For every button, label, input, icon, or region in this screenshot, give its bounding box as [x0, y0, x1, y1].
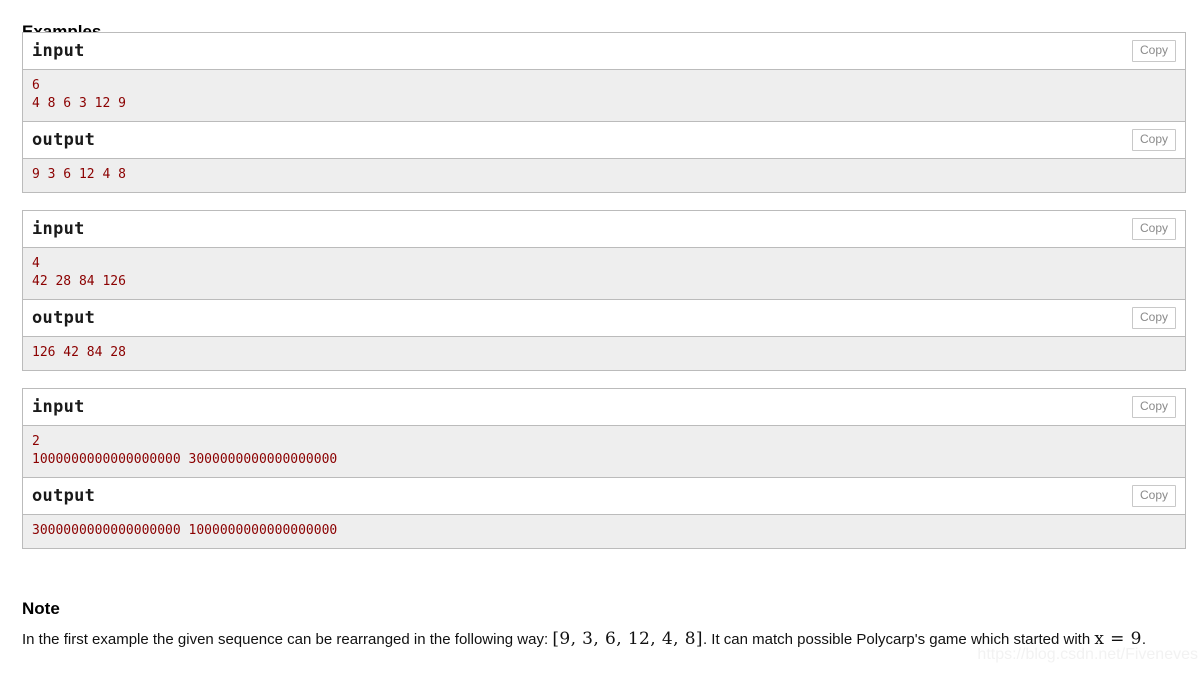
sample-2-input-header: input Copy: [23, 211, 1185, 248]
copy-output-button[interactable]: Copy: [1131, 129, 1176, 151]
note-heading: Note: [22, 599, 60, 619]
sample-3-output-text: 3000000000000000000 1000000000000000000: [23, 515, 1185, 549]
sample-1-input-header: input Copy: [23, 33, 1185, 70]
sample-1-output-text: 9 3 6 12 4 8: [23, 159, 1185, 193]
sample-2-input-text: 4 42 28 84 126: [23, 248, 1185, 300]
sample-3-input-header: input Copy: [23, 389, 1185, 426]
output-label: output: [32, 130, 96, 150]
note-sequence-math: [9, 3, 6, 12, 4, 8]: [552, 629, 703, 649]
sample-3-output-header: output Copy: [23, 478, 1185, 515]
copy-input-button[interactable]: Copy: [1131, 396, 1176, 418]
copy-output-button[interactable]: Copy: [1131, 307, 1176, 329]
sample-test-1: input Copy 6 4 8 6 3 12 9 output Copy 9 …: [22, 32, 1186, 193]
copy-output-button[interactable]: Copy: [1131, 485, 1176, 507]
note-text-before: In the first example the given sequence …: [22, 631, 553, 648]
output-label: output: [32, 486, 96, 506]
sample-test-3: input Copy 2 1000000000000000000 3000000…: [22, 388, 1186, 549]
watermark-text: https://blog.csdn.net/Fiveneves: [977, 646, 1198, 663]
input-label: input: [32, 219, 85, 239]
input-label: input: [32, 41, 85, 61]
input-label: input: [32, 397, 85, 417]
sample-2-output-header: output Copy: [23, 300, 1185, 337]
output-label: output: [32, 308, 96, 328]
copy-input-button[interactable]: Copy: [1131, 40, 1176, 62]
sample-1-input-text: 6 4 8 6 3 12 9: [23, 70, 1185, 122]
sample-3-input-text: 2 1000000000000000000 300000000000000000…: [23, 426, 1185, 478]
sample-1-output-header: output Copy: [23, 122, 1185, 159]
sample-test-2: input Copy 4 42 28 84 126 output Copy 12…: [22, 210, 1186, 371]
sample-tests-container: input Copy 6 4 8 6 3 12 9 output Copy 9 …: [22, 32, 1186, 549]
copy-input-button[interactable]: Copy: [1131, 218, 1176, 240]
sample-2-output-text: 126 42 84 28: [23, 337, 1185, 371]
problem-statement-page: Examples input Copy 6 4 8 6 3 12 9 outpu…: [0, 0, 1202, 673]
